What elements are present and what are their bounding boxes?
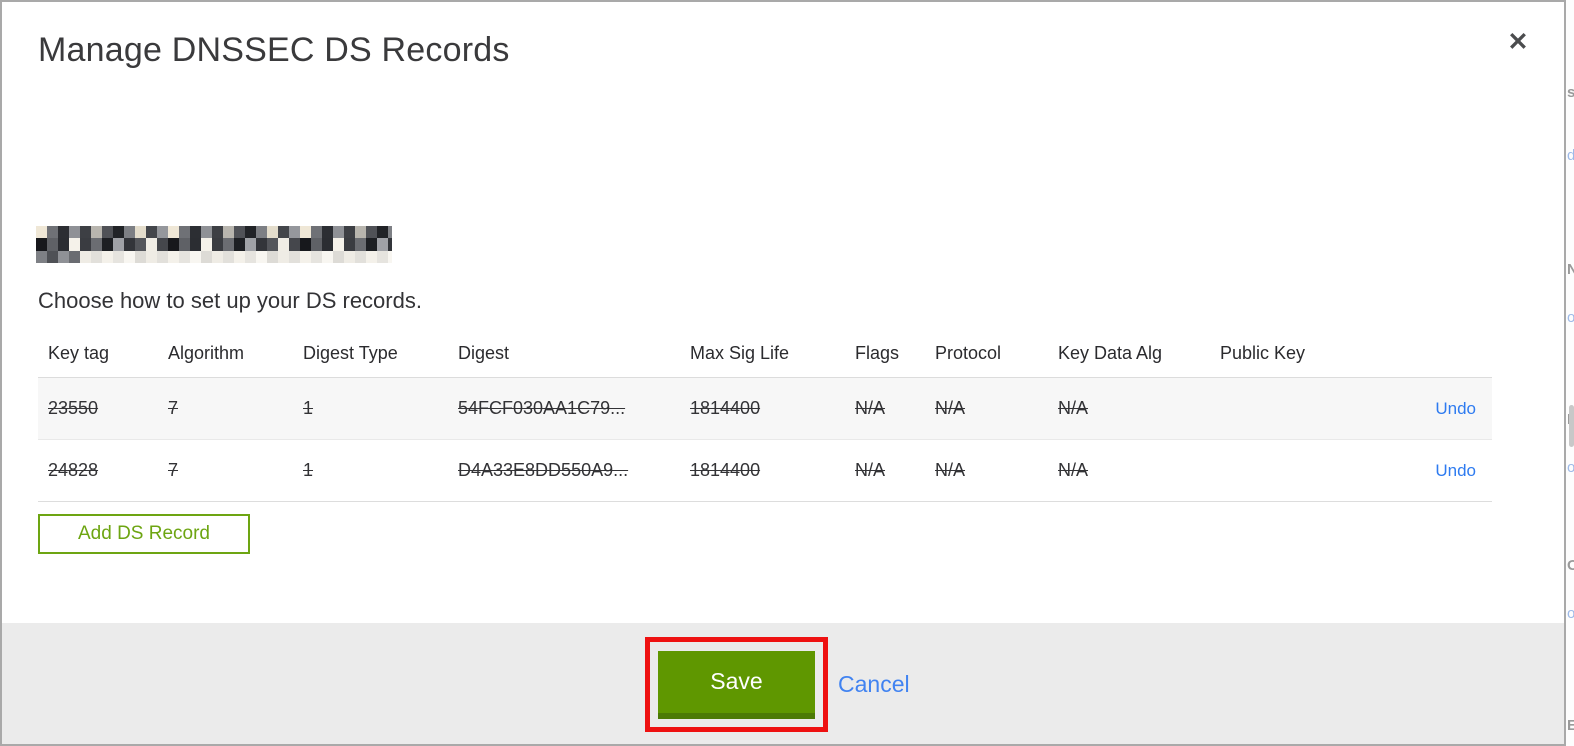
modal-title: Manage DNSSEC DS Records <box>38 31 510 69</box>
clipped-background-text: d <box>1567 147 1574 164</box>
cell-digest-type: 1 <box>303 398 314 418</box>
undo-link[interactable]: Undo <box>1435 399 1476 419</box>
background-page-strip: s d N o L o O o E <box>1566 0 1574 746</box>
clipped-background-text: o <box>1567 605 1574 622</box>
cell-algorithm: 7 <box>168 460 179 480</box>
column-header-flags: Flags <box>855 343 900 363</box>
redaction-pixel-band <box>36 226 392 238</box>
modal-footer: Save Cancel <box>2 623 1564 744</box>
save-button[interactable]: Save <box>658 650 815 719</box>
close-icon[interactable]: ✕ <box>1500 24 1536 60</box>
cell-digest: 54FCF030AA1C79... <box>458 398 626 418</box>
cell-flags: N/A <box>855 398 886 418</box>
clipped-background-text: o <box>1567 309 1574 326</box>
cancel-link[interactable]: Cancel <box>838 671 910 698</box>
column-header-key-tag: Key tag <box>48 343 110 363</box>
clipped-background-text: s <box>1567 84 1574 101</box>
scrollbar-thumb[interactable] <box>1569 405 1574 447</box>
cell-algorithm: 7 <box>168 398 179 418</box>
column-header-protocol: Protocol <box>935 343 1002 363</box>
column-header-public-key: Public Key <box>1220 343 1306 363</box>
cell-max-sig-life: 1814400 <box>690 398 761 418</box>
cell-key-tag: 23550 <box>48 398 99 418</box>
instruction-text: Choose how to set up your DS records. <box>38 288 422 313</box>
column-header-algorithm: Algorithm <box>168 343 245 363</box>
clipped-background-text: O <box>1567 557 1574 574</box>
table-header-row: Key tag Algorithm Digest Type Digest Max… <box>38 330 1492 378</box>
clipped-background-text: E <box>1567 717 1574 734</box>
cell-key-tag: 24828 <box>48 460 99 480</box>
add-ds-record-button[interactable]: Add DS Record <box>38 514 250 554</box>
cell-key-data-alg: N/A <box>1058 460 1089 480</box>
save-annotation-highlight: Save <box>645 637 828 732</box>
cell-flags: N/A <box>855 460 886 480</box>
cell-protocol: N/A <box>935 398 966 418</box>
cell-digest-type: 1 <box>303 460 314 480</box>
column-header-digest-type: Digest Type <box>303 343 398 363</box>
table-row: 24828 7 1 D4A33E8DD550A9... 1814400 N/A … <box>38 440 1492 502</box>
column-header-max-sig-life: Max Sig Life <box>690 343 790 363</box>
cell-key-data-alg: N/A <box>1058 398 1089 418</box>
cell-protocol: N/A <box>935 460 966 480</box>
redaction-pixel-band <box>36 238 392 251</box>
ds-records-table: Key tag Algorithm Digest Type Digest Max… <box>38 330 1492 502</box>
column-header-key-data-alg: Key Data Alg <box>1058 343 1163 363</box>
redacted-domain-name <box>36 226 392 263</box>
screenshot-root: Manage DNSSEC DS Records ✕ Choose how to… <box>0 0 1574 746</box>
dnssec-ds-records-modal: Manage DNSSEC DS Records ✕ Choose how to… <box>0 0 1566 746</box>
undo-link[interactable]: Undo <box>1435 461 1476 481</box>
column-header-digest: Digest <box>458 343 510 363</box>
table-row: 23550 7 1 54FCF030AA1C79... 1814400 N/A … <box>38 378 1492 440</box>
clipped-background-text: o <box>1567 459 1574 476</box>
cell-digest: D4A33E8DD550A9... <box>458 460 629 480</box>
clipped-background-text: N <box>1567 261 1574 278</box>
cell-max-sig-life: 1814400 <box>690 460 761 480</box>
redaction-pixel-band <box>36 251 392 263</box>
